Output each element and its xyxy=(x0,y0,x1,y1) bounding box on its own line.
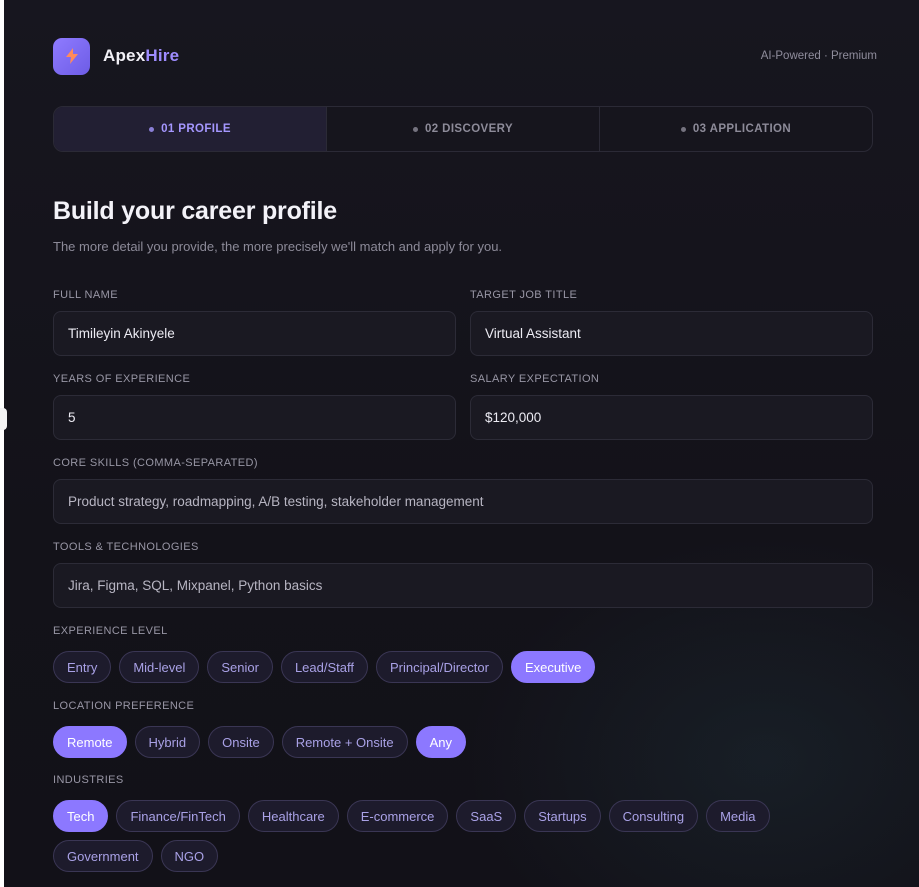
full-name-input[interactable]: Timileyin Akinyele xyxy=(53,311,456,356)
app-window: ApexHire AI-Powered · Premium 01 PROFILE… xyxy=(4,0,919,887)
chip-remote-onsite[interactable]: Remote + Onsite xyxy=(281,726,408,758)
lightning-icon xyxy=(65,48,78,64)
chip-saas[interactable]: SaaS xyxy=(456,800,517,832)
salary-label: SALARY EXPECTATION xyxy=(470,373,600,385)
step-dot-icon xyxy=(412,126,418,132)
chip-any[interactable]: Any xyxy=(415,726,466,758)
tools-label: TOOLS & TECHNOLOGIES xyxy=(53,541,199,553)
chip-onsite[interactable]: Onsite xyxy=(208,726,274,758)
chip-senior[interactable]: Senior xyxy=(207,651,273,683)
target-title-input[interactable]: Virtual Assistant xyxy=(470,311,873,356)
target-title-label: TARGET JOB TITLE xyxy=(470,289,578,301)
tab-profile[interactable]: 01 PROFILE xyxy=(54,107,327,151)
tagline: AI-Powered · Premium xyxy=(760,50,877,62)
tab-label: 01 PROFILE xyxy=(161,123,231,135)
location-label: LOCATION PREFERENCE xyxy=(53,700,195,712)
tab-label: 03 APPLICATION xyxy=(692,123,792,135)
years-input[interactable]: 5 xyxy=(53,395,456,440)
experience-level-chips: Entry Mid-level Senior Lead/Staff Princi… xyxy=(53,651,853,683)
industries-chips: Tech Finance/FinTech Healthcare E-commer… xyxy=(53,800,853,872)
page-title: Build your career profile xyxy=(53,197,337,225)
experience-level-label: EXPERIENCE LEVEL xyxy=(53,625,168,637)
skills-input[interactable]: Product strategy, roadmapping, A/B testi… xyxy=(53,479,873,524)
side-panel-handle[interactable] xyxy=(0,408,7,430)
logo xyxy=(53,37,90,75)
page-subtitle: The more detail you provide, the more pr… xyxy=(53,239,503,254)
tab-discovery[interactable]: 02 DISCOVERY xyxy=(327,107,600,151)
brand-name-accent: Hire xyxy=(145,46,180,65)
skills-label: CORE SKILLS (COMMA-SEPARATED) xyxy=(53,457,258,469)
step-tabs: 01 PROFILE 02 DISCOVERY 03 APPLICATION xyxy=(53,106,873,152)
full-name-label: FULL NAME xyxy=(53,289,118,301)
chip-principal-director[interactable]: Principal/Director xyxy=(375,651,503,683)
chip-remote[interactable]: Remote xyxy=(53,726,127,758)
brand-name-prefix: Apex xyxy=(103,46,146,65)
chip-hybrid[interactable]: Hybrid xyxy=(134,726,201,758)
brand-name: ApexHire xyxy=(103,46,179,66)
chip-lead-staff[interactable]: Lead/Staff xyxy=(280,651,368,683)
tools-input[interactable]: Jira, Figma, SQL, Mixpanel, Python basic… xyxy=(53,563,873,608)
tab-label: 02 DISCOVERY xyxy=(424,123,514,135)
chip-media[interactable]: Media xyxy=(706,800,770,832)
chip-executive[interactable]: Executive xyxy=(510,651,596,683)
tab-application[interactable]: 03 APPLICATION xyxy=(600,107,872,151)
salary-input[interactable]: $120,000 xyxy=(470,395,873,440)
step-dot-icon xyxy=(149,126,155,132)
chip-tech[interactable]: Tech xyxy=(53,800,109,832)
years-label: YEARS OF EXPERIENCE xyxy=(53,373,191,385)
chip-healthcare[interactable]: Healthcare xyxy=(247,800,339,832)
chip-government[interactable]: Government xyxy=(53,840,153,872)
location-chips: Remote Hybrid Onsite Remote + Onsite Any xyxy=(53,726,853,758)
chip-startups[interactable]: Startups xyxy=(524,800,601,832)
chip-entry[interactable]: Entry xyxy=(53,651,112,683)
step-dot-icon xyxy=(680,126,686,132)
chip-mid-level[interactable]: Mid-level xyxy=(119,651,200,683)
chip-e-commerce[interactable]: E-commerce xyxy=(346,800,449,832)
chip-ngo[interactable]: NGO xyxy=(160,840,219,872)
header: ApexHire AI-Powered · Premium xyxy=(53,37,877,75)
chip-finance-fintech[interactable]: Finance/FinTech xyxy=(116,800,240,832)
chip-consulting[interactable]: Consulting xyxy=(608,800,699,832)
industries-label: INDUSTRIES xyxy=(53,774,124,786)
